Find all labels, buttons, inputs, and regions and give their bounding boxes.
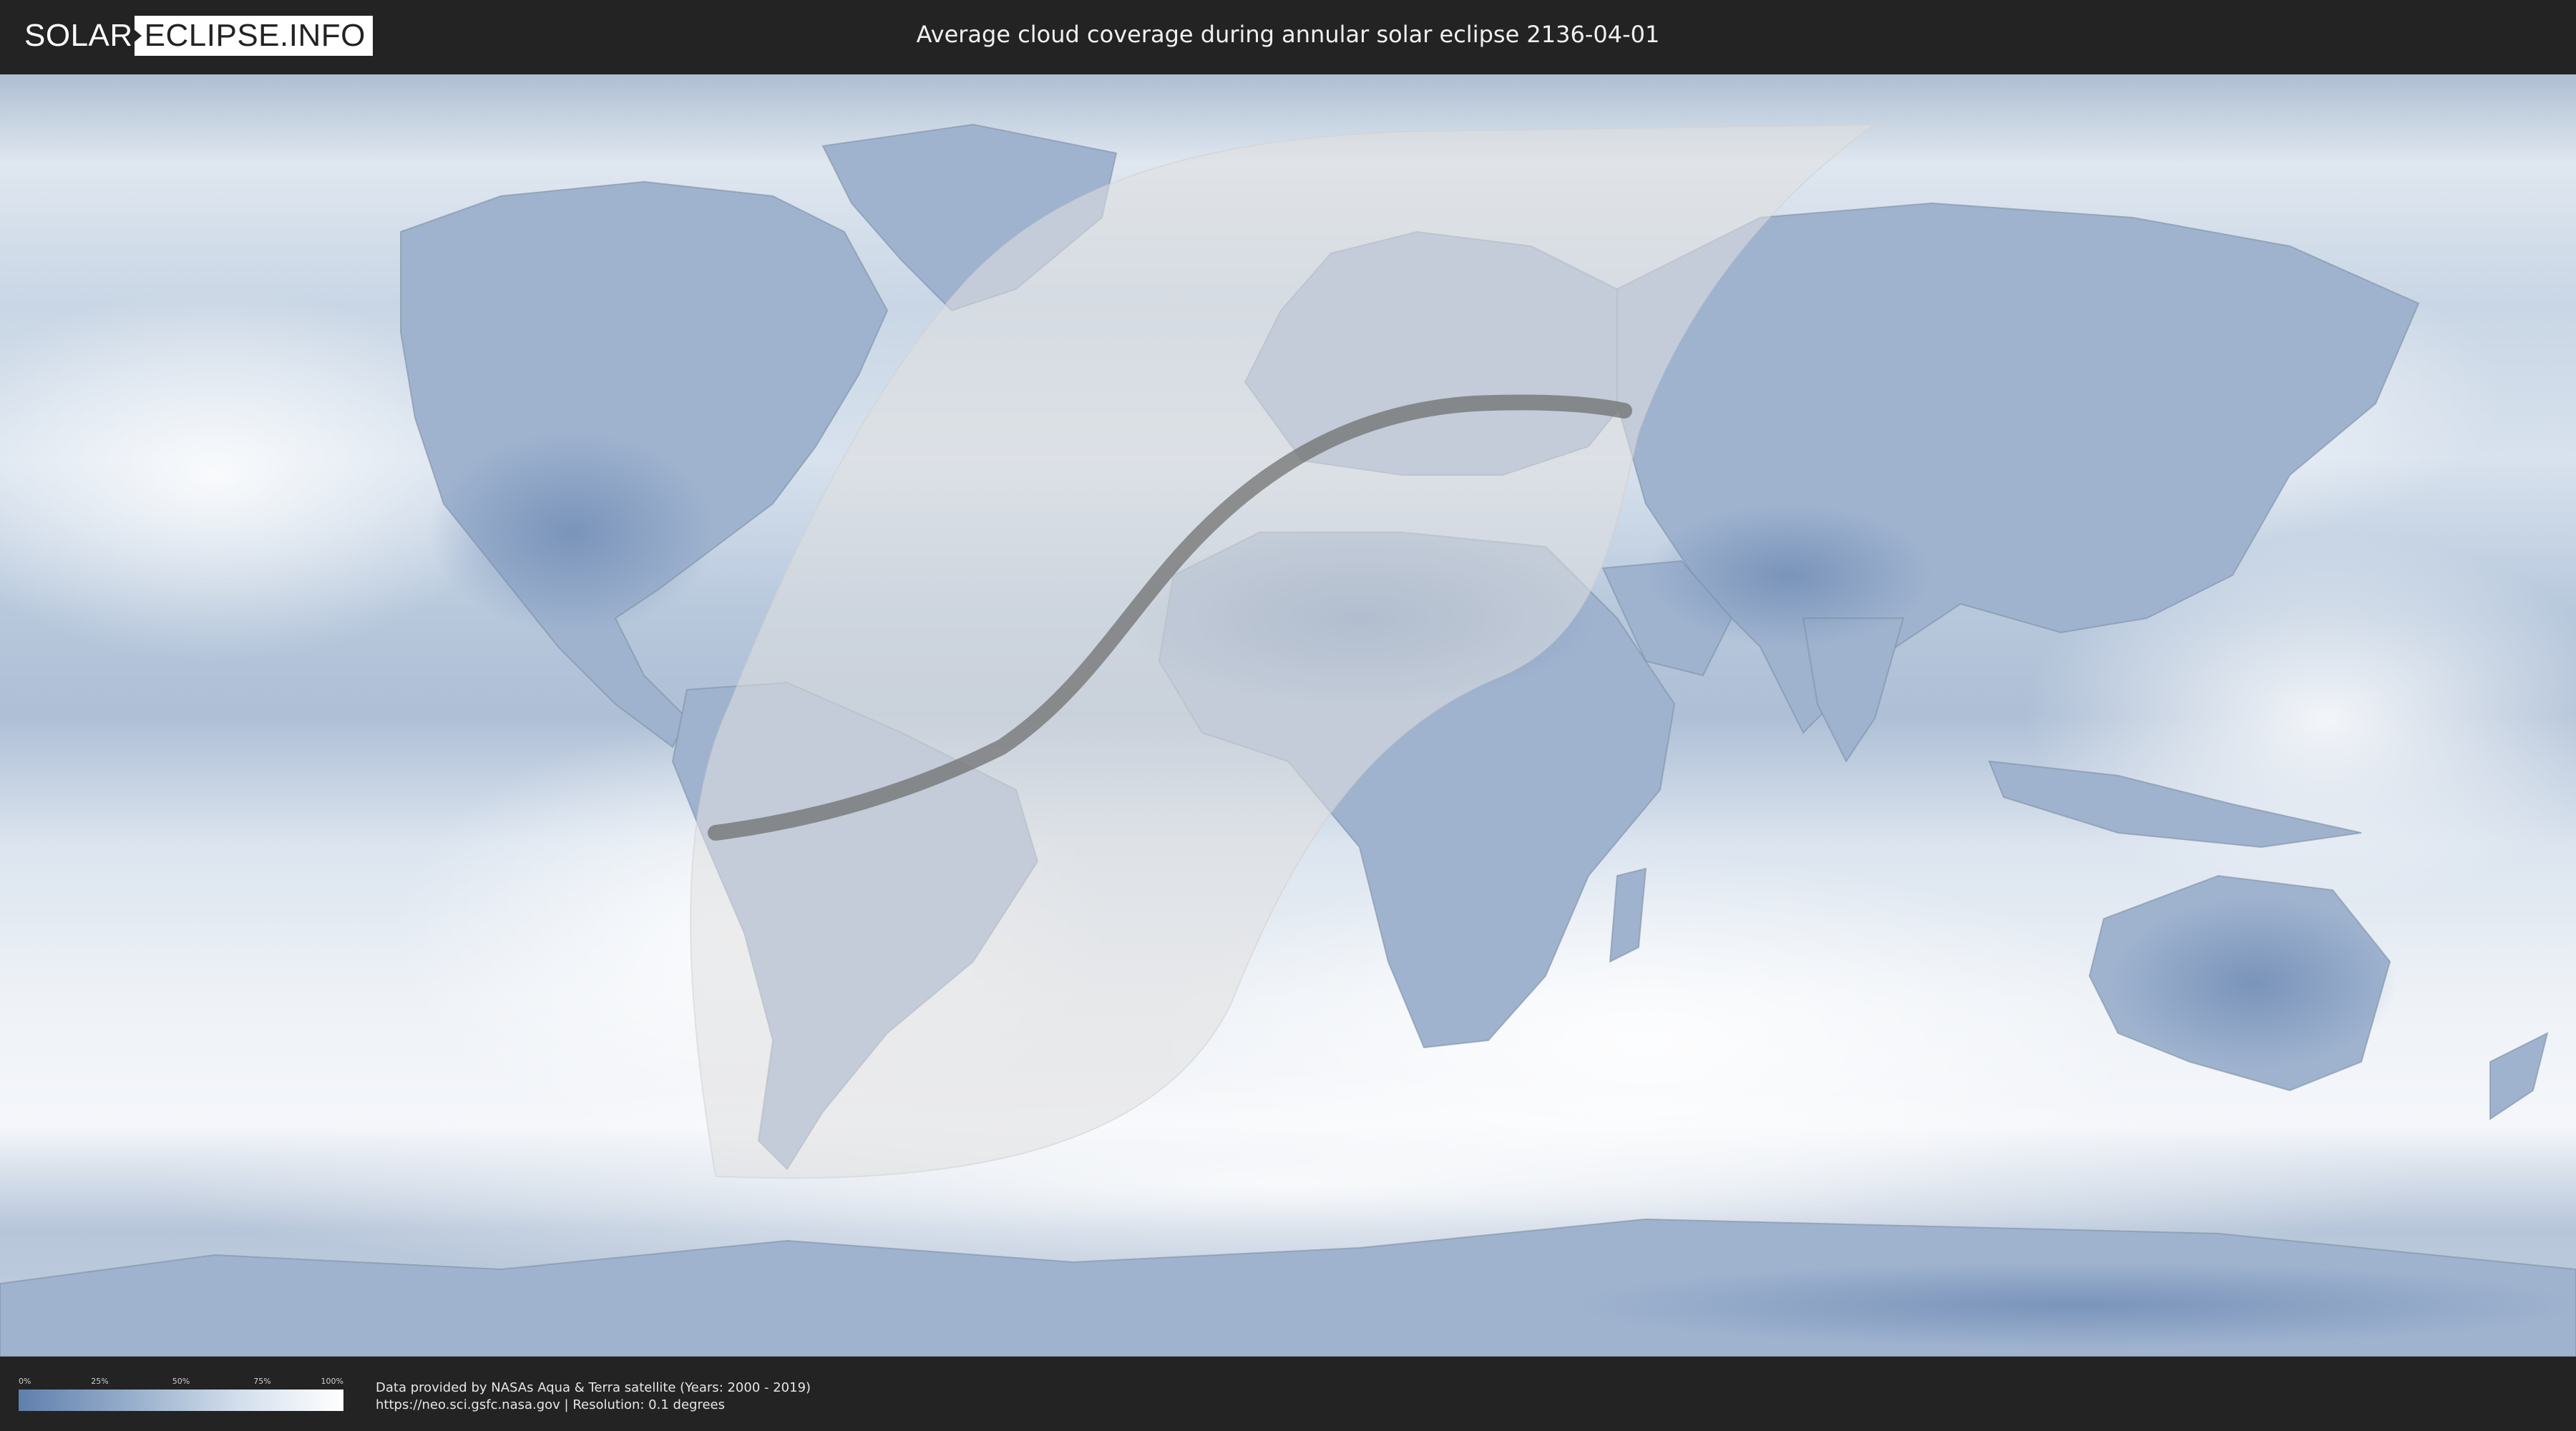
page-title: Average cloud coverage during annular so… [916, 21, 1660, 48]
legend-color-ramp [19, 1390, 343, 1411]
legend-tick-label: 25% [91, 1377, 109, 1386]
data-credit: Data provided by NASAs Aqua & Terra sate… [376, 1379, 811, 1414]
map-svg [0, 74, 2576, 1357]
legend-tick-label: 50% [172, 1377, 190, 1386]
coverage-legend: 0% 25% 50% 75% 100% [19, 1377, 343, 1417]
legend-tick-label: 75% [253, 1377, 271, 1386]
legend-tick-label: 100% [321, 1377, 343, 1386]
legend-ticks: 0% 25% 50% 75% 100% [19, 1377, 343, 1388]
credit-line-source: Data provided by NASAs Aqua & Terra sate… [376, 1380, 811, 1395]
top-bar: SOLAR ECLIPSE.INFO Average cloud coverag… [0, 0, 2576, 72]
credit-line-url: https://neo.sci.gsfc.nasa.gov | Resoluti… [376, 1397, 725, 1412]
legend-tick-label: 0% [19, 1377, 31, 1386]
cloud-coverage-map[interactable] [0, 74, 2576, 1357]
